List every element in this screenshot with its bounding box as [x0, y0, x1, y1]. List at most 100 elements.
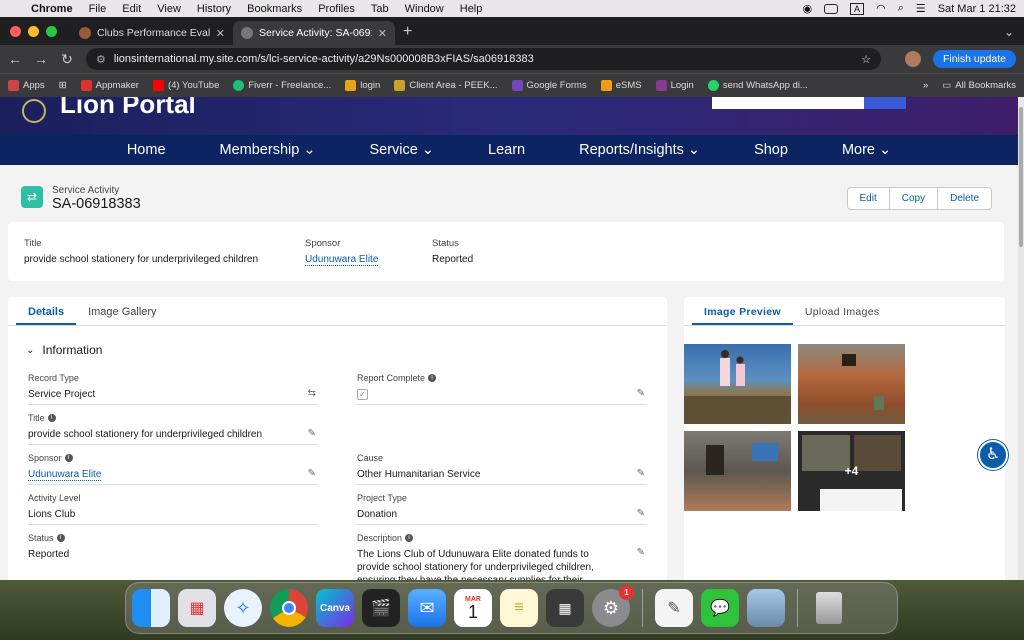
edit-button[interactable]: Edit [848, 188, 889, 209]
menu-tab[interactable]: Tab [364, 3, 398, 15]
change-record-type-icon[interactable]: ⇆ [308, 388, 316, 399]
image-thumbnail[interactable] [798, 344, 905, 424]
nav-home[interactable]: Home [100, 142, 193, 158]
menu-file[interactable]: File [82, 3, 116, 15]
finder-icon[interactable] [132, 589, 170, 627]
screen-record-icon[interactable]: ◉ [802, 2, 812, 15]
final-cut-pro-icon[interactable]: 🎬 [362, 589, 400, 627]
information-section-toggle[interactable]: ⌄ Information [26, 343, 102, 357]
tab-search-chevron-icon[interactable]: ⌄ [994, 25, 1024, 45]
menubar-clock[interactable]: Sat Mar 1 21:32 [938, 3, 1016, 15]
textedit-icon[interactable]: ✎ [655, 589, 693, 627]
info-icon[interactable]: i [47, 414, 56, 422]
safari-icon[interactable]: ✧ [224, 589, 262, 627]
calendar-icon[interactable]: MAR 1 [454, 589, 492, 627]
copy-button[interactable]: Copy [888, 188, 937, 209]
edit-pencil-icon[interactable]: ✎ [308, 428, 316, 439]
menu-history[interactable]: History [190, 3, 240, 15]
canva-icon[interactable]: Canva [316, 589, 354, 627]
url-text[interactable]: lionsinternational.my.site.com/s/lci-ser… [114, 53, 853, 65]
bookmark-esms[interactable]: eSMS [600, 80, 642, 91]
nav-service[interactable]: Service ⌄ [342, 142, 461, 158]
close-window-button[interactable] [10, 25, 21, 37]
image-thumbnail[interactable] [684, 431, 791, 511]
chrome-icon[interactable] [270, 589, 308, 627]
back-arrow-icon[interactable]: ← [8, 51, 22, 67]
browser-tab-clubs-performance[interactable]: Clubs Performance Evaluation ✕ [71, 21, 233, 45]
image-thumbnail[interactable] [684, 344, 791, 424]
tab-image-preview[interactable]: Image Preview [692, 297, 793, 325]
preview-icon[interactable] [747, 589, 785, 627]
menu-help[interactable]: Help [453, 3, 492, 15]
tab-upload-images[interactable]: Upload Images [793, 297, 892, 325]
bookmark-star-icon[interactable]: ☆ [861, 53, 871, 66]
calculator-icon[interactable]: ▦ [546, 589, 584, 627]
system-settings-icon[interactable]: ⚙ 1 [592, 585, 634, 627]
tab-image-gallery[interactable]: Image Gallery [76, 297, 168, 325]
battery-icon[interactable] [824, 3, 839, 14]
menu-app-name[interactable]: Chrome [24, 3, 82, 15]
bookmark-client-area[interactable]: Client Area - PEEK... [394, 80, 498, 91]
forward-arrow-icon[interactable]: → [34, 51, 48, 67]
spotlight-search-icon[interactable]: ⌕ [898, 2, 904, 15]
nav-shop[interactable]: Shop [727, 142, 815, 158]
bookmark-appmaker[interactable]: Appmaker [80, 80, 139, 91]
mail-icon[interactable]: ✉ [408, 589, 446, 627]
menu-window[interactable]: Window [398, 3, 453, 15]
bookmark-apps[interactable]: Apps [8, 80, 45, 91]
bookmark-login[interactable]: login [345, 80, 380, 91]
edit-pencil-icon[interactable]: ✎ [637, 547, 645, 558]
zoom-window-button[interactable] [46, 25, 57, 37]
more-images-thumbnail[interactable]: +4 [798, 431, 905, 511]
bookmark-login-2[interactable]: Login [655, 80, 694, 91]
nav-more[interactable]: More ⌄ [815, 142, 918, 158]
messages-icon[interactable]: 💬 [701, 589, 739, 627]
bookmark-grid[interactable]: ⊞ [59, 80, 67, 91]
report-complete-checkbox[interactable]: ✓ [357, 389, 368, 400]
accessibility-icon[interactable]: ♿ [978, 440, 1008, 470]
nav-learn[interactable]: Learn [461, 142, 552, 158]
edit-pencil-icon[interactable]: ✎ [637, 508, 645, 519]
info-icon[interactable]: i [64, 454, 73, 462]
minimize-window-button[interactable] [28, 25, 39, 37]
wifi-icon[interactable]: ◠ [876, 2, 886, 15]
lions-logo-icon[interactable] [22, 99, 46, 123]
all-bookmarks-folder[interactable]: ▭ All Bookmarks [942, 80, 1016, 91]
input-source-indicator[interactable]: A [850, 2, 865, 15]
browser-tab-service-activity[interactable]: Service Activity: SA-06918383 ✕ [233, 21, 395, 45]
trash-icon[interactable] [810, 589, 848, 627]
menu-profiles[interactable]: Profiles [311, 3, 364, 15]
menu-bookmarks[interactable]: Bookmarks [240, 3, 311, 15]
site-brand[interactable]: Lion Portal [60, 97, 196, 120]
site-search-input[interactable] [712, 97, 864, 109]
menu-edit[interactable]: Edit [115, 3, 150, 15]
address-bar[interactable]: ⚙ lionsinternational.my.site.com/s/lci-s… [86, 48, 881, 70]
page-scrollbar[interactable] [1018, 97, 1024, 580]
reload-icon[interactable]: ↻ [60, 51, 74, 68]
menu-view[interactable]: View [150, 3, 190, 15]
finish-update-button[interactable]: Finish update [932, 50, 1016, 68]
nav-reports-insights[interactable]: Reports/Insights ⌄ [552, 142, 727, 158]
bookmark-youtube[interactable]: (4) YouTube [152, 80, 219, 91]
nav-membership[interactable]: Membership ⌄ [193, 142, 343, 158]
sponsor-link[interactable]: Udunuwara Elite [305, 254, 379, 266]
tab-details[interactable]: Details [16, 297, 77, 325]
scrollbar-thumb[interactable] [1019, 107, 1023, 247]
info-icon[interactable]: i [405, 534, 414, 542]
edit-pencil-icon[interactable]: ✎ [637, 468, 645, 479]
delete-button[interactable]: Delete [937, 188, 991, 209]
site-search-button[interactable] [864, 97, 906, 109]
close-tab-icon[interactable]: ✕ [216, 27, 225, 40]
site-info-icon[interactable]: ⚙ [96, 53, 106, 66]
bookmark-send-whatsapp[interactable]: send WhatsApp di... [707, 80, 808, 91]
info-icon[interactable]: i [428, 374, 437, 382]
sponsor-field-link[interactable]: Udunuwara Elite [28, 469, 102, 481]
profile-avatar[interactable] [904, 51, 921, 67]
launchpad-icon[interactable]: ▦ [178, 589, 216, 627]
more-bookmarks-chevron-icon[interactable]: » [923, 80, 928, 91]
close-tab-icon[interactable]: ✕ [378, 27, 387, 40]
bookmark-google-forms[interactable]: Google Forms [511, 80, 587, 91]
control-center-icon[interactable]: ☰ [916, 2, 926, 15]
new-tab-button[interactable]: + [395, 23, 420, 45]
edit-pencil-icon[interactable]: ✎ [637, 388, 645, 399]
